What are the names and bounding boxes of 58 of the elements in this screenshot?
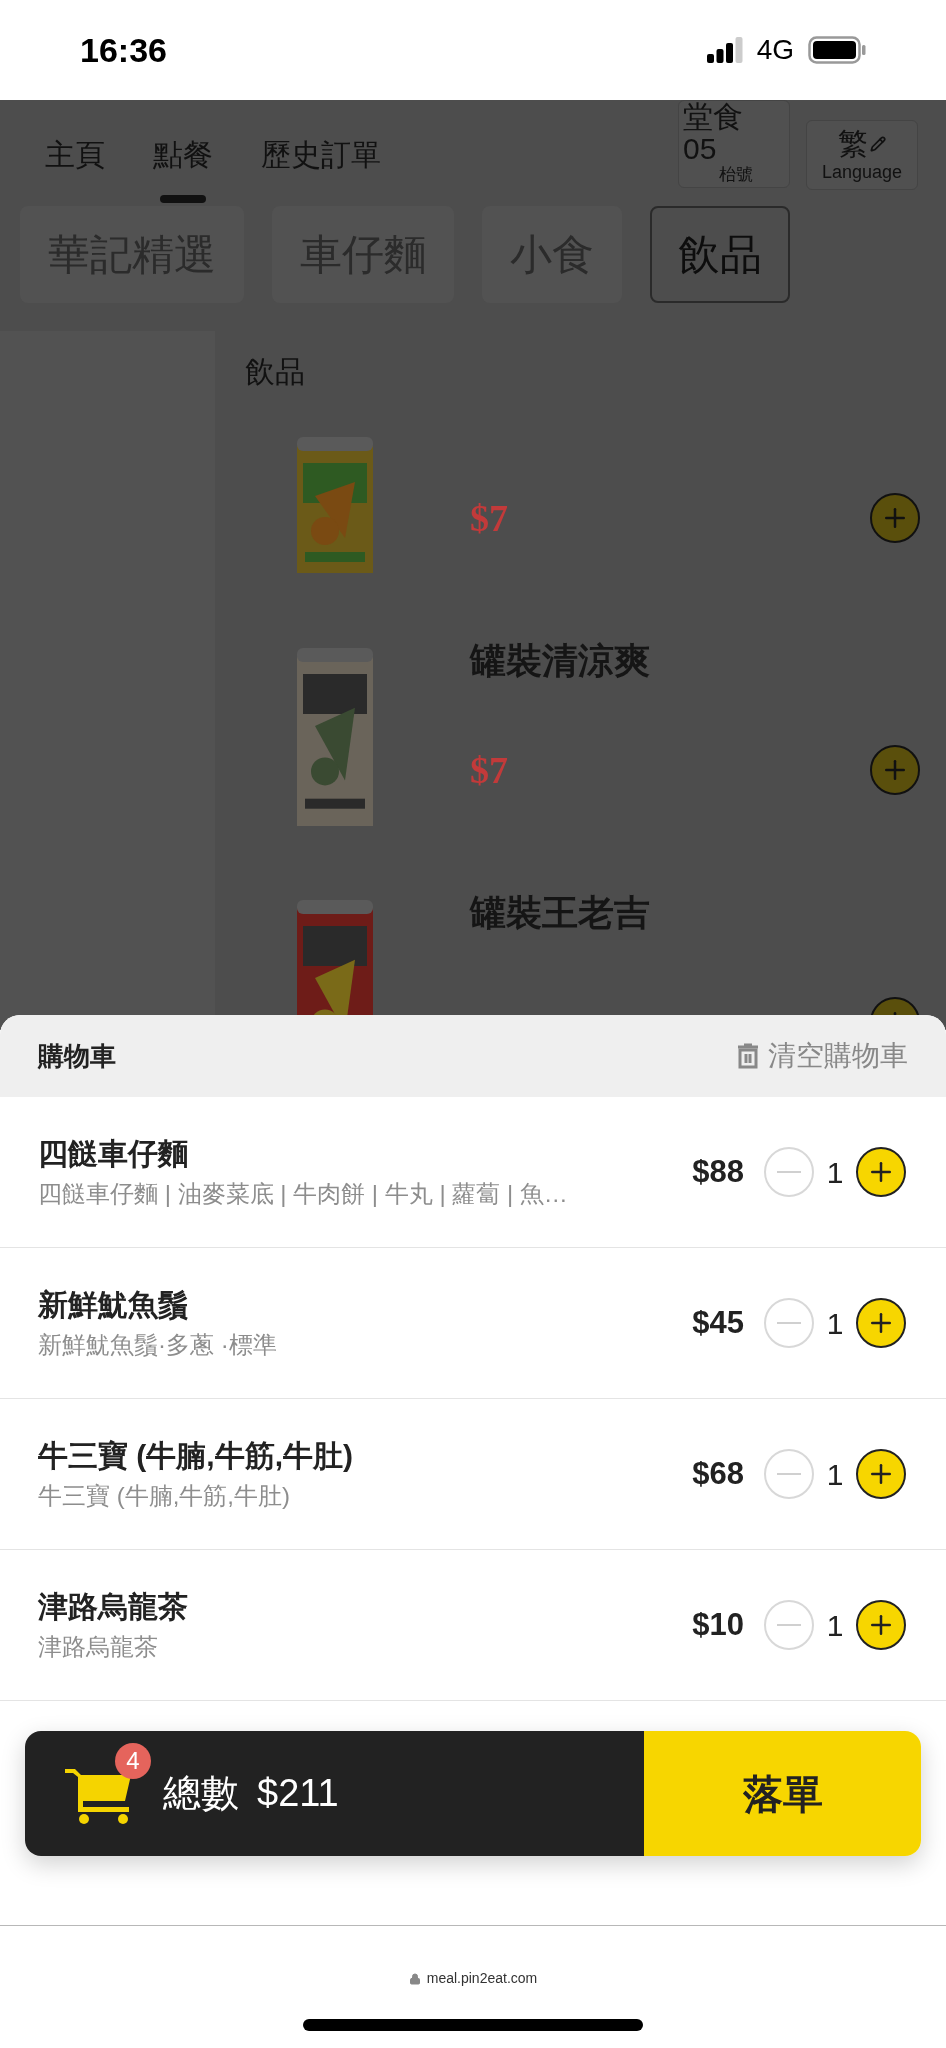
minus-icon [777, 1322, 801, 1324]
cart-item-name: 四餸車仔麵 [38, 1136, 189, 1172]
increase-button[interactable] [856, 1600, 906, 1650]
cart-item-quantity: 1 [825, 1456, 845, 1493]
url-text: meal.pin2eat.com [426, 1969, 538, 1988]
trash-icon [736, 1043, 760, 1069]
decrease-button[interactable] [764, 1449, 814, 1499]
total-amount: $211 [257, 1771, 339, 1816]
product-price: $7 [470, 495, 508, 541]
product-name: 罐裝清涼爽 [470, 641, 651, 681]
language-caption: Language [821, 161, 903, 183]
dine-mode-label: 堂食 [683, 101, 743, 133]
cart-count-badge: 4 [115, 1742, 151, 1779]
signal-icon [706, 37, 743, 63]
cart-item-quantity: 1 [825, 1305, 845, 1342]
status-time: 16:36 [80, 29, 167, 71]
decrease-button[interactable] [764, 1298, 814, 1348]
increase-button[interactable] [856, 1298, 906, 1348]
decrease-button[interactable] [764, 1147, 814, 1197]
network-label: 4G [756, 33, 794, 67]
cart-item-price: $45 [692, 1303, 744, 1342]
language-button[interactable]: 繁 Language [806, 120, 918, 190]
cart-item-name: 牛三寶 (牛腩,牛筋,牛肚) [38, 1438, 354, 1474]
lock-icon [408, 1972, 421, 1985]
cart-item-details: 新鮮魷魚鬚·多蔥 ·標準 [38, 1330, 278, 1360]
total-label: 總數 [163, 1771, 239, 1816]
clear-cart-button[interactable]: 清空購物車 [736, 1035, 908, 1077]
cart-title: 購物車 [38, 1039, 116, 1073]
cart-item-price: $10 [692, 1605, 744, 1644]
table-number: 05 [683, 133, 717, 165]
category-tab[interactable]: 飲品 [650, 206, 790, 303]
cart-item-quantity: 1 [825, 1607, 845, 1644]
cart-item-details: 四餸車仔麵 | 油麥菜底 | 牛肉餅 | 牛丸 | 蘿蔔 | 魚… [38, 1179, 569, 1209]
cart-item-name: 新鮮魷魚鬚 [38, 1287, 189, 1323]
submit-order-button[interactable]: 落單 [644, 1731, 921, 1856]
dine-mode-box[interactable]: 堂食 05 枱號 [678, 100, 790, 188]
table-label: 枱號 [719, 165, 753, 185]
cart-item-quantity: 1 [825, 1154, 845, 1191]
section-title: 飲品 [245, 353, 305, 390]
product-price: $7 [470, 747, 508, 793]
nav-tab[interactable]: 歷史訂單 [261, 132, 381, 203]
nav-tab[interactable]: 主頁 [45, 132, 105, 203]
language-label: 繁 [838, 127, 868, 161]
product-name: 罐裝王老吉 [470, 893, 651, 933]
pencil-icon [870, 136, 886, 152]
cart-item-price: $88 [692, 1152, 744, 1191]
cart-item-details: 牛三寶 (牛腩,牛筋,牛肚) [38, 1481, 291, 1511]
increase-button[interactable] [856, 1147, 906, 1197]
cart-item-price: $68 [692, 1454, 744, 1493]
cart-item-details: 津路烏龍茶 [38, 1632, 159, 1662]
minus-icon [777, 1171, 801, 1173]
cart-item-name: 津路烏龍茶 [38, 1589, 189, 1625]
nav-tab[interactable]: 點餐 [153, 132, 213, 203]
minus-icon [777, 1473, 801, 1475]
minus-icon [777, 1624, 801, 1626]
increase-button[interactable] [856, 1449, 906, 1499]
battery-icon [808, 36, 866, 64]
decrease-button[interactable] [764, 1600, 814, 1650]
